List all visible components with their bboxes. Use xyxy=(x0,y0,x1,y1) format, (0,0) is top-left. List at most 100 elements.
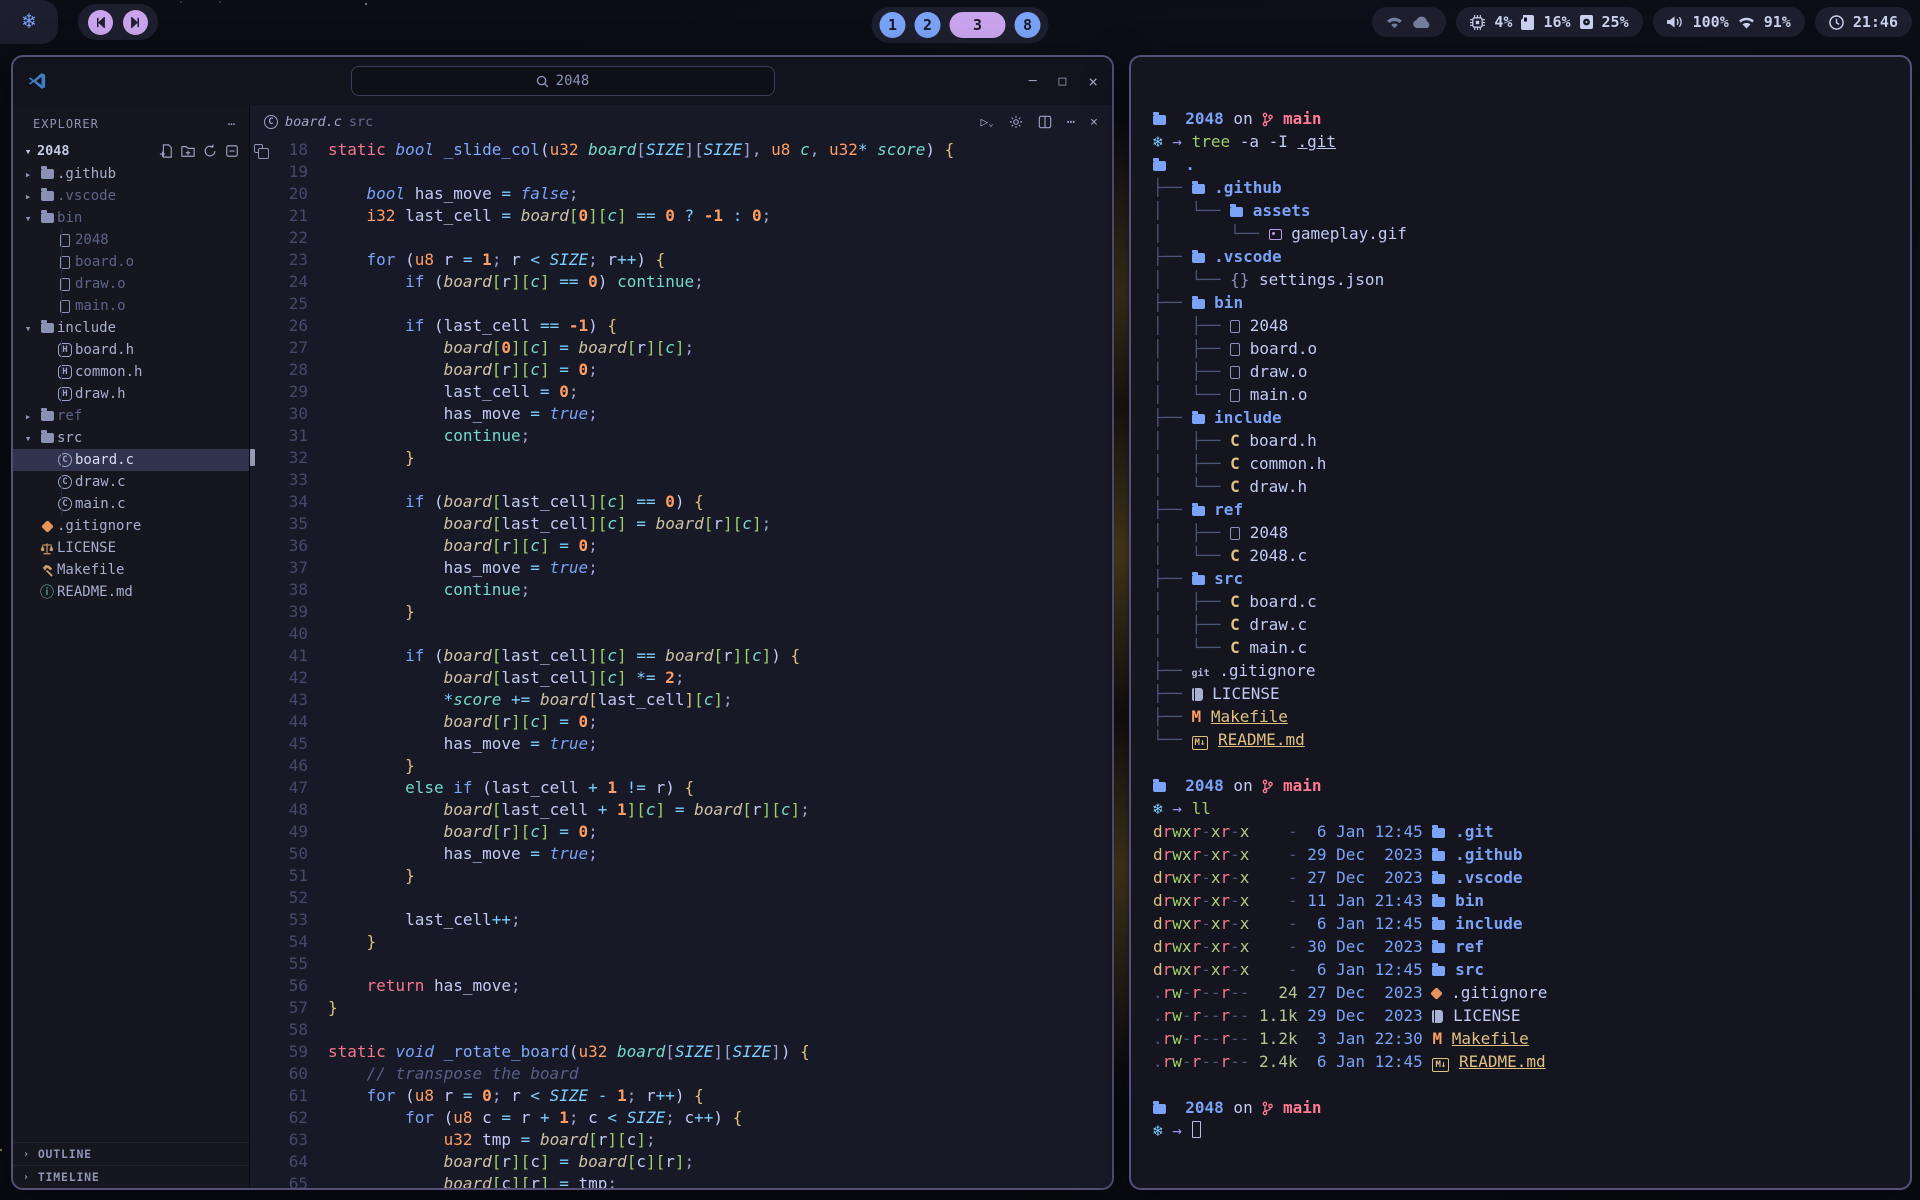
code-line-18[interactable]: 18static bool _slide_col(u32 board[SIZE]… xyxy=(250,139,1112,161)
breadcrumb[interactable]: C board.c src ▷⌄ ⋯ × xyxy=(250,105,1112,139)
settings-gear-icon[interactable] xyxy=(1009,115,1023,129)
code-line-44[interactable]: 44 board[r][c] = 0; xyxy=(250,711,1112,733)
sidebar-item-board.o[interactable]: board.o xyxy=(13,251,249,273)
sidebar-item-.github[interactable]: ▸.github xyxy=(13,163,249,185)
explorer-root-folder[interactable]: ▾ 2048 xyxy=(13,139,249,163)
code-line-34[interactable]: 34 if (board[last_cell][c] == 0) { xyxy=(250,491,1112,513)
refresh-button[interactable] xyxy=(203,144,217,158)
sidebar-item-board.h[interactable]: Hboard.h xyxy=(13,339,249,361)
outline-panel[interactable]: ›OUTLINE xyxy=(13,1142,249,1165)
collapse-all-button[interactable] xyxy=(225,144,239,158)
minimize-button[interactable]: ─ xyxy=(1029,74,1037,89)
workspace-8[interactable]: 8 xyxy=(1015,12,1041,38)
terminal-window[interactable]: 2048 on main❄ → tree -a -I .git .├── .gi… xyxy=(1129,55,1912,1190)
workspace-1[interactable]: 1 xyxy=(880,12,906,38)
code-line-31[interactable]: 31 continue; xyxy=(250,425,1112,447)
run-file-button[interactable]: ▷⌄ xyxy=(980,115,993,130)
workspace-2[interactable]: 2 xyxy=(915,12,941,38)
code-line-63[interactable]: 63 u32 tmp = board[r][c]; xyxy=(250,1129,1112,1151)
new-folder-button[interactable] xyxy=(181,144,195,158)
code-line-42[interactable]: 42 board[last_cell][c] *= 2; xyxy=(250,667,1112,689)
sidebar-item-README.md[interactable]: ⓘREADME.md xyxy=(13,581,249,603)
code-line-49[interactable]: 49 board[r][c] = 0; xyxy=(250,821,1112,843)
code-line-48[interactable]: 48 board[last_cell + 1][c] = board[r][c]… xyxy=(250,799,1112,821)
code-line-20[interactable]: 20 bool has_move = false; xyxy=(250,183,1112,205)
code-line-26[interactable]: 26 if (last_cell == -1) { xyxy=(250,315,1112,337)
code-line-33[interactable]: 33 xyxy=(250,469,1112,491)
code-line-25[interactable]: 25 xyxy=(250,293,1112,315)
code-line-40[interactable]: 40 xyxy=(250,623,1112,645)
close-button[interactable]: × xyxy=(1088,72,1098,91)
code-line-21[interactable]: 21 i32 last_cell = board[0][c] == 0 ? -1… xyxy=(250,205,1112,227)
code-line-55[interactable]: 55 xyxy=(250,953,1112,975)
code-line-47[interactable]: 47 else if (last_cell + 1 != r) { xyxy=(250,777,1112,799)
close-editor-button[interactable]: × xyxy=(1090,114,1098,130)
sidebar-item-bin[interactable]: ▾bin xyxy=(13,207,249,229)
code-line-22[interactable]: 22 xyxy=(250,227,1112,249)
code-line-57[interactable]: 57} xyxy=(250,997,1112,1019)
code-line-51[interactable]: 51 } xyxy=(250,865,1112,887)
code-line-32[interactable]: 32 } xyxy=(250,447,1112,469)
code-line-53[interactable]: 53 last_cell++; xyxy=(250,909,1112,931)
code-line-41[interactable]: 41 if (board[last_cell][c] == board[r][c… xyxy=(250,645,1112,667)
sidebar-item-.gitignore[interactable]: .gitignore xyxy=(13,515,249,537)
sidebar-item-.vscode[interactable]: ▸.vscode xyxy=(13,185,249,207)
code-line-46[interactable]: 46 } xyxy=(250,755,1112,777)
code-line-45[interactable]: 45 has_move = true; xyxy=(250,733,1112,755)
vscode-titlebar[interactable]: ← → 2048 ─ □ × xyxy=(13,57,1112,105)
code-line-30[interactable]: 30 has_move = true; xyxy=(250,403,1112,425)
sidebar-item-draw.o[interactable]: draw.o xyxy=(13,273,249,295)
code-line-54[interactable]: 54 } xyxy=(250,931,1112,953)
code-line-43[interactable]: 43 *score += board[last_cell][c]; xyxy=(250,689,1112,711)
nixos-menu-button[interactable]: ❄ xyxy=(0,0,58,44)
more-actions-button[interactable]: ⋯ xyxy=(1067,114,1075,130)
sidebar-item-draw.c[interactable]: Cdraw.c xyxy=(13,471,249,493)
sidebar-item-include[interactable]: ▾include xyxy=(13,317,249,339)
sidebar-item-2048[interactable]: 2048 xyxy=(13,229,249,251)
code-line-23[interactable]: 23 for (u8 r = 1; r < SIZE; r++) { xyxy=(250,249,1112,271)
code-line-39[interactable]: 39 } xyxy=(250,601,1112,623)
system-stats[interactable]: 4% 16% 25% xyxy=(1456,7,1642,37)
audio-network[interactable]: 100% 91% xyxy=(1653,7,1805,37)
maximize-button[interactable]: □ xyxy=(1059,74,1067,89)
code-line-28[interactable]: 28 board[r][c] = 0; xyxy=(250,359,1112,381)
code-line-61[interactable]: 61 for (u8 r = 0; r < SIZE - 1; r++) { xyxy=(250,1085,1112,1107)
code-line-37[interactable]: 37 has_move = true; xyxy=(250,557,1112,579)
clock-widget[interactable]: 21:46 xyxy=(1815,7,1912,37)
code-line-38[interactable]: 38 continue; xyxy=(250,579,1112,601)
code-line-60[interactable]: 60 // transpose the board xyxy=(250,1063,1112,1085)
workspace-3[interactable]: 3 xyxy=(950,12,1006,38)
code-line-35[interactable]: 35 board[last_cell][c] = board[r][c]; xyxy=(250,513,1112,535)
code-line-24[interactable]: 24 if (board[r][c] == 0) continue; xyxy=(250,271,1112,293)
sidebar-item-LICENSE[interactable]: LICENSE xyxy=(13,537,249,559)
code-line-56[interactable]: 56 return has_move; xyxy=(250,975,1112,997)
sidebar-item-common.h[interactable]: Hcommon.h xyxy=(13,361,249,383)
explorer-more-button[interactable]: ⋯ xyxy=(228,117,235,131)
code-line-19[interactable]: 19 xyxy=(250,161,1112,183)
code-line-64[interactable]: 64 board[r][c] = board[c][r]; xyxy=(250,1151,1112,1173)
code-line-50[interactable]: 50 has_move = true; xyxy=(250,843,1112,865)
code-area[interactable]: 18static bool _slide_col(u32 board[SIZE]… xyxy=(250,139,1112,1188)
command-center-search[interactable]: 2048 xyxy=(351,66,775,96)
sidebar-item-main.o[interactable]: main.o xyxy=(13,295,249,317)
code-line-62[interactable]: 62 for (u8 c = r + 1; c < SIZE; c++) { xyxy=(250,1107,1112,1129)
code-line-29[interactable]: 29 last_cell = 0; xyxy=(250,381,1112,403)
media-prev-button[interactable] xyxy=(88,10,113,35)
code-line-27[interactable]: 27 board[0][c] = board[r][c]; xyxy=(250,337,1112,359)
split-editor-button[interactable] xyxy=(1038,115,1052,129)
sidebar-item-ref[interactable]: ▸ref xyxy=(13,405,249,427)
sidebar-item-draw.h[interactable]: Hdraw.h xyxy=(13,383,249,405)
sidebar-item-Makefile[interactable]: Makefile xyxy=(13,559,249,581)
new-file-button[interactable] xyxy=(159,144,173,158)
media-next-button[interactable] xyxy=(123,10,148,35)
weather-widget[interactable] xyxy=(1372,7,1446,37)
code-line-59[interactable]: 59static void _rotate_board(u32 board[SI… xyxy=(250,1041,1112,1063)
sidebar-item-board.c[interactable]: Cboard.c xyxy=(13,449,249,471)
sidebar-item-src[interactable]: ▾src xyxy=(13,427,249,449)
timeline-panel[interactable]: ›TIMELINE xyxy=(13,1165,249,1188)
code-line-52[interactable]: 52 xyxy=(250,887,1112,909)
sidebar-item-main.c[interactable]: Cmain.c xyxy=(13,493,249,515)
code-line-65[interactable]: 65 board[c][r] = tmp; xyxy=(250,1173,1112,1188)
code-line-58[interactable]: 58 xyxy=(250,1019,1112,1041)
code-line-36[interactable]: 36 board[r][c] = 0; xyxy=(250,535,1112,557)
